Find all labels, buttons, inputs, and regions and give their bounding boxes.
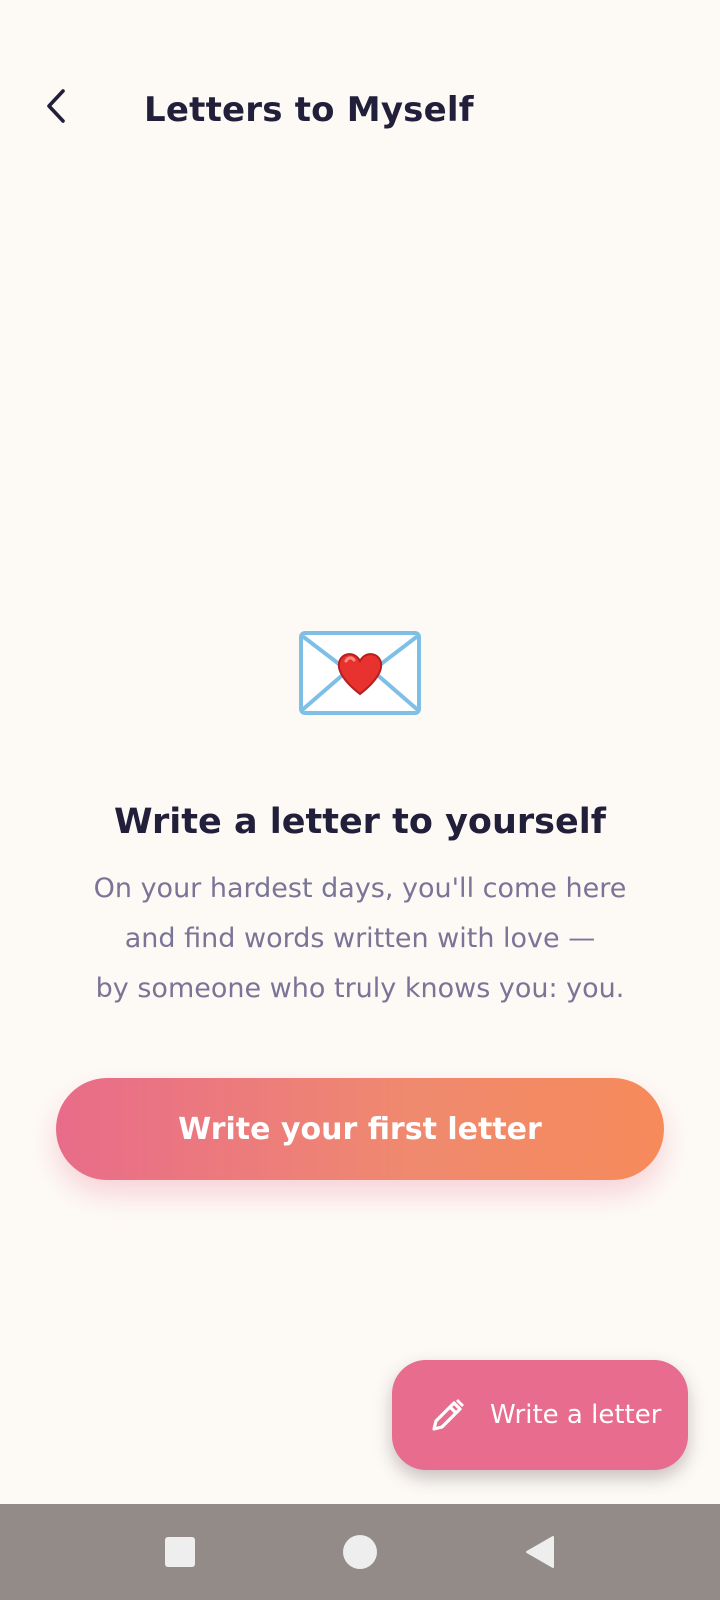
home-circle-icon <box>343 1535 377 1569</box>
empty-state: Write a letter to yourself On your harde… <box>0 630 720 1014</box>
recents-button[interactable] <box>152 1524 208 1580</box>
love-letter-icon <box>299 631 421 715</box>
app-screen: Letters to Myself Write a letter to your… <box>0 0 720 1600</box>
back-triangle-icon <box>526 1536 554 1568</box>
pencil-icon <box>428 1395 468 1435</box>
fab-label: Write a letter <box>490 1400 662 1430</box>
empty-state-title: Write a letter to yourself <box>114 802 606 842</box>
system-navigation-bar <box>0 1504 720 1600</box>
recents-square-icon <box>165 1537 195 1567</box>
description-line: by someone who truly knows you: you. <box>95 973 625 1004</box>
back-button[interactable] <box>26 76 86 136</box>
app-bar: Letters to Myself <box>0 72 720 152</box>
write-first-letter-button[interactable]: Write your first letter <box>56 1078 664 1180</box>
page-title: Letters to Myself <box>144 90 474 130</box>
home-button[interactable] <box>332 1524 388 1580</box>
chevron-left-icon <box>47 89 65 123</box>
system-back-button[interactable] <box>512 1524 568 1580</box>
empty-state-description: On your hardest days, you'll come here a… <box>50 864 670 1014</box>
description-line: and find words written with love — <box>124 923 596 954</box>
write-letter-fab[interactable]: Write a letter <box>392 1360 688 1470</box>
description-line: On your hardest days, you'll come here <box>93 873 627 904</box>
